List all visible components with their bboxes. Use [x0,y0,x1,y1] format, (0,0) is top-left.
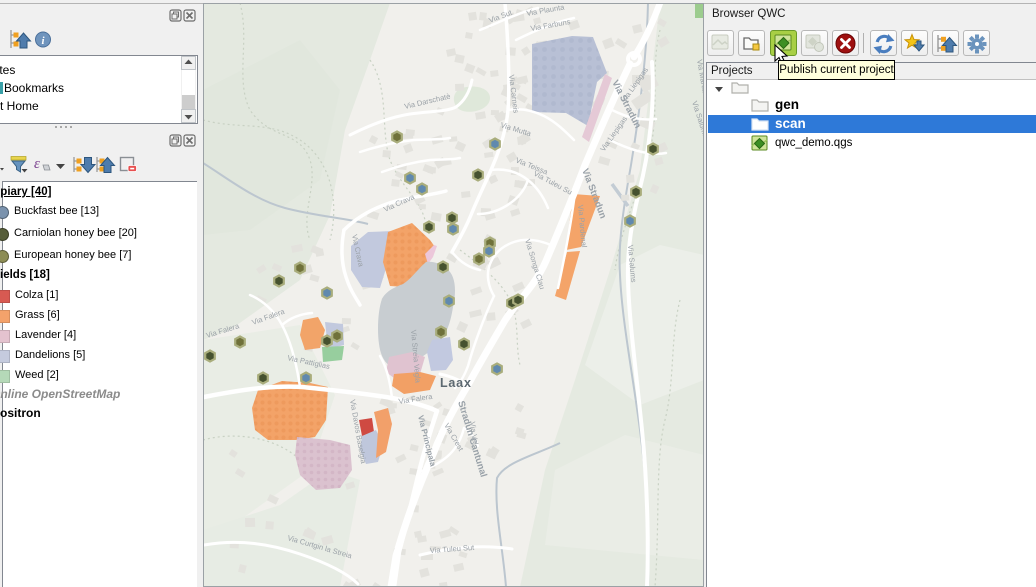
svg-text:Laax: Laax [440,376,472,390]
svg-text:ε: ε [34,156,40,172]
